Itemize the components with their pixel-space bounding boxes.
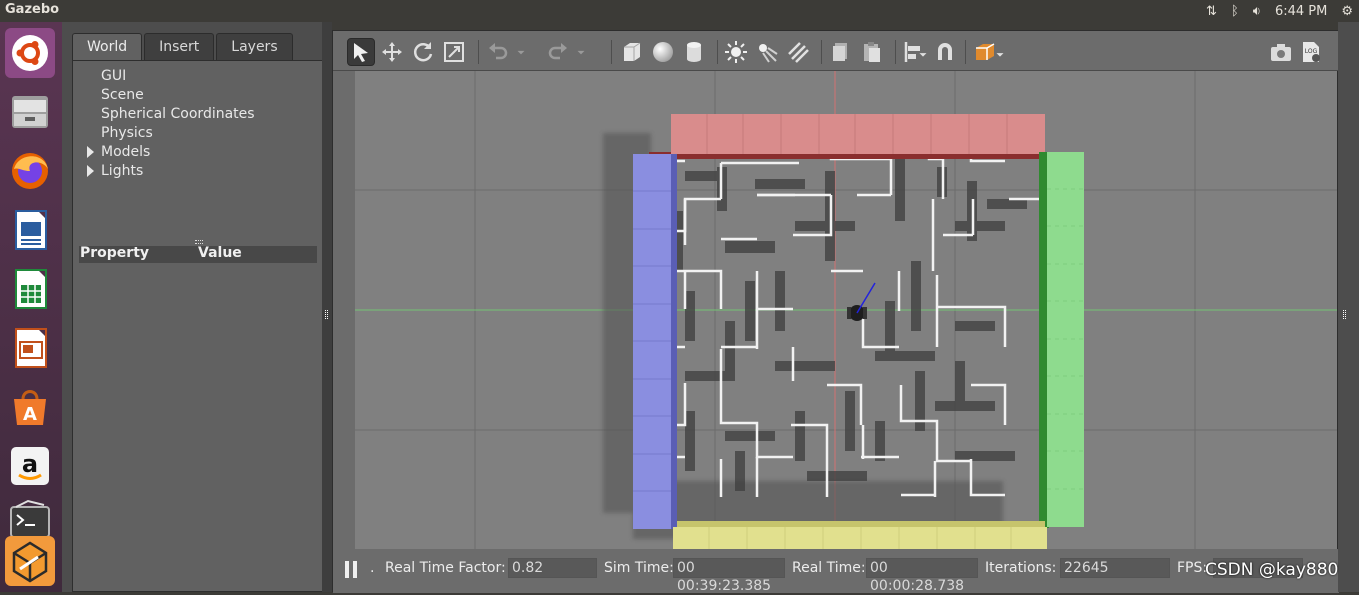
sim-time-label: Sim Time:	[604, 560, 674, 576]
value-column-header[interactable]: Value	[198, 245, 242, 261]
fps-label: FPS:	[1177, 560, 1208, 576]
svg-text:LOG: LOG	[1305, 48, 1318, 55]
cylinder-icon[interactable]	[680, 38, 708, 66]
ubuntu-dash-icon[interactable]	[5, 28, 55, 78]
select-arrow-icon[interactable]	[347, 38, 375, 66]
right-panel-edge[interactable]	[1338, 22, 1359, 592]
directional-light-icon[interactable]	[784, 38, 812, 66]
real-time-label: Real Time:	[792, 560, 866, 576]
wall-red	[649, 114, 1045, 159]
iterations-value: 22645	[1060, 558, 1170, 578]
files-icon[interactable]	[5, 87, 55, 137]
tree-item-scene[interactable]: Scene	[101, 87, 144, 103]
screenshot-icon[interactable]	[1267, 38, 1295, 66]
world-tree-panel: GUI Scene Spherical Coordinates Physics …	[72, 60, 323, 592]
watermark: CSDN @kay880	[1205, 560, 1339, 580]
tree-item-lights[interactable]: Lights	[101, 163, 143, 179]
panel-tabs: World Insert Layers	[72, 33, 295, 61]
real-time-value: 00 00:00:28.738	[866, 558, 978, 594]
tab-insert[interactable]: Insert	[144, 33, 215, 60]
splitter-grip-icon	[325, 310, 328, 319]
property-table-header: Property Value	[79, 245, 317, 263]
tree-item-physics[interactable]: Physics	[101, 125, 153, 141]
amazon-letter: a	[22, 450, 38, 478]
wall-blue	[633, 154, 677, 529]
rotate-icon[interactable]	[409, 38, 437, 66]
status-dot: .	[370, 560, 375, 576]
3d-viewport[interactable]	[355, 71, 1337, 549]
tree-item-gui[interactable]: GUI	[101, 68, 126, 84]
rtf-label: Real Time Factor:	[385, 560, 506, 576]
top-panel: Gazebo ⇅ ᛒ 🔉︎ 6:44 PM ⚙	[0, 0, 1359, 22]
toolbar: LOG	[333, 31, 1339, 71]
expand-arrow-icon[interactable]	[87, 146, 94, 158]
rtf-value: 0.82	[508, 558, 597, 578]
log-icon[interactable]: LOG	[1297, 38, 1325, 66]
spot-light-icon[interactable]	[753, 38, 781, 66]
undo-icon[interactable]	[484, 38, 512, 66]
box-icon[interactable]	[618, 38, 646, 66]
wall-green	[1039, 152, 1084, 528]
align-dropdown-icon[interactable]	[916, 38, 930, 66]
volume-icon[interactable]: 🔉︎	[1253, 4, 1261, 19]
left-panel: World Insert Layers GUI Scene Spherical …	[62, 22, 330, 592]
tree-item-spherical-coordinates[interactable]: Spherical Coordinates	[101, 106, 255, 122]
network-updown-icon[interactable]: ⇅	[1206, 4, 1217, 19]
firefox-icon[interactable]	[5, 146, 55, 196]
iterations-label: Iterations:	[985, 560, 1057, 576]
copy-icon[interactable]	[827, 38, 855, 66]
translate-icon[interactable]	[378, 38, 406, 66]
paste-icon[interactable]	[858, 38, 886, 66]
wall-yellow	[673, 521, 1047, 549]
gear-icon[interactable]: ⚙	[1341, 4, 1353, 19]
viewport-margin	[333, 71, 355, 549]
app-title: Gazebo	[5, 2, 60, 17]
indicator-area: ⇅ ᛒ 🔉︎ 6:44 PM ⚙	[1206, 1, 1353, 21]
resize-grip-icon[interactable]	[195, 240, 203, 244]
panel-splitter[interactable]	[322, 22, 332, 592]
sphere-icon[interactable]	[649, 38, 677, 66]
maze-scene	[355, 71, 1337, 549]
expand-arrow-icon[interactable]	[87, 165, 94, 177]
main-area: LOG . Real Time Factor: 0.82 Sim Time: 0…	[332, 30, 1339, 594]
writer-icon[interactable]	[5, 205, 55, 255]
pause-icon[interactable]	[345, 561, 359, 578]
tab-world[interactable]: World	[72, 33, 143, 60]
impress-icon[interactable]	[5, 323, 55, 373]
svg-text:A: A	[23, 404, 37, 425]
scale-icon[interactable]	[440, 38, 468, 66]
snap-magnet-icon[interactable]	[931, 38, 959, 66]
splitter-grip-icon	[1343, 310, 1346, 319]
property-column-header[interactable]: Property	[80, 245, 149, 261]
clock[interactable]: 6:44 PM	[1275, 4, 1327, 19]
point-light-icon[interactable]	[722, 38, 750, 66]
launcher: A a	[0, 22, 62, 592]
tree-item-models[interactable]: Models	[101, 144, 150, 160]
redo-icon[interactable]	[544, 38, 572, 66]
undo-dropdown-icon[interactable]	[514, 38, 528, 66]
calc-icon[interactable]	[5, 264, 55, 314]
software-center-icon[interactable]: A	[5, 382, 55, 432]
amazon-icon[interactable]: a	[5, 441, 55, 491]
status-bar: . Real Time Factor: 0.82 Sim Time: 00 00…	[333, 549, 1339, 594]
tab-layers[interactable]: Layers	[216, 33, 293, 60]
sim-time-value: 00 00:39:23.385	[673, 558, 785, 594]
view-angle-dropdown-icon[interactable]	[993, 38, 1007, 66]
gazebo-icon[interactable]	[5, 536, 55, 586]
bluetooth-icon[interactable]: ᛒ	[1231, 4, 1239, 19]
redo-dropdown-icon[interactable]	[574, 38, 588, 66]
